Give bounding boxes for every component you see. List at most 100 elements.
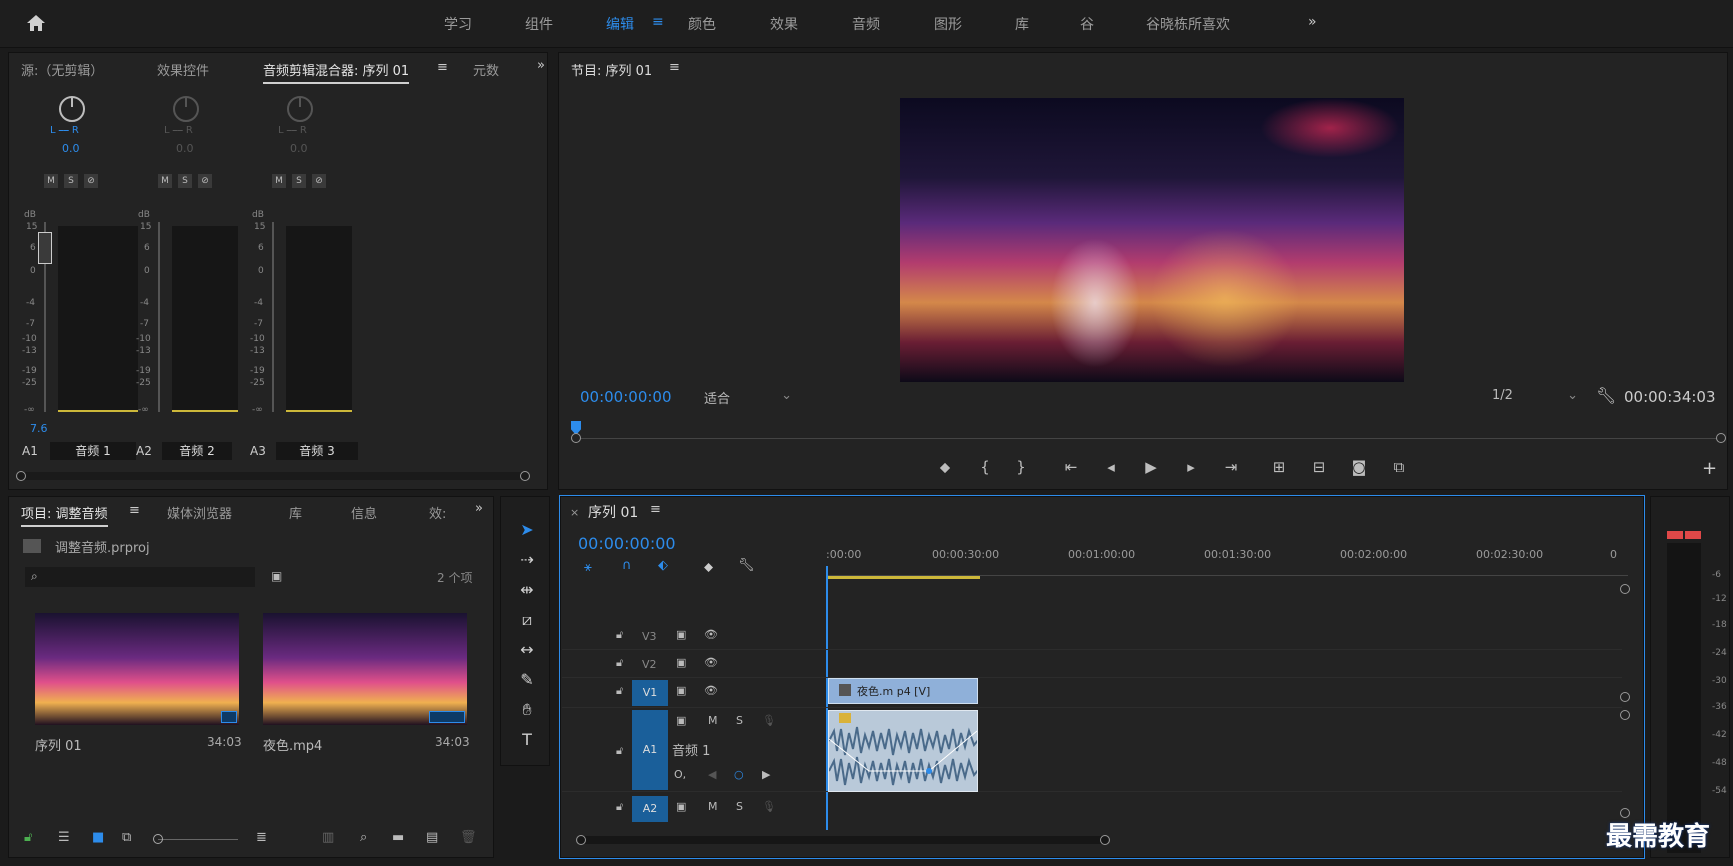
panel-menu-icon[interactable]: ≡	[129, 503, 140, 518]
lock-icon[interactable]: 🔓︎	[616, 800, 623, 814]
solo-button[interactable]: S	[178, 174, 192, 188]
program-title[interactable]: 节目: 序列 01	[571, 60, 652, 79]
play-icon[interactable]: ▶	[1140, 458, 1162, 476]
tab-media-browser[interactable]: 媒体浏览器	[167, 503, 232, 522]
linked-selection-icon[interactable]: ⬖	[658, 558, 668, 573]
pan-knob[interactable]	[173, 96, 199, 122]
tab-project[interactable]: 项目: 调整音频	[21, 503, 108, 527]
scroll-handle-right[interactable]	[520, 471, 530, 481]
add-keyframe-icon[interactable]: ○	[734, 768, 744, 781]
program-scrub-bar[interactable]	[571, 421, 1726, 444]
record-button[interactable]: ⊘	[84, 174, 98, 188]
lock-icon[interactable]: 🔓︎	[616, 656, 623, 670]
tab-libraries[interactable]: 库	[289, 503, 302, 522]
snap-icon[interactable]: ∩	[622, 558, 632, 573]
zoom-slider[interactable]	[153, 834, 238, 844]
sync-lock-icon[interactable]: ▣	[676, 628, 686, 641]
resolution-select[interactable]: 1/2 ⌄	[1492, 388, 1578, 403]
hand-tool-icon[interactable]: ✋︎	[512, 696, 542, 724]
level-value[interactable]: 7.6	[30, 422, 48, 435]
next-keyframe-icon[interactable]: ▶	[762, 768, 770, 781]
step-back-icon[interactable]: ◂	[1100, 458, 1122, 476]
workspace-libraries[interactable]: 库	[1015, 14, 1029, 34]
vertical-scroll-handle[interactable]	[1620, 584, 1630, 594]
track-target[interactable]: A1	[632, 710, 668, 790]
pan-knob[interactable]	[59, 96, 85, 122]
mark-out-icon[interactable]: }	[1010, 458, 1032, 476]
freeform-view-icon[interactable]: ⧉	[122, 830, 131, 845]
settings-wrench-icon[interactable]: 🔧︎	[1596, 386, 1616, 405]
tab-effect-controls[interactable]: 效果控件	[157, 60, 209, 79]
panel-menu-icon[interactable]: ≡	[650, 502, 661, 517]
pan-value[interactable]: 0.0	[176, 142, 194, 155]
eye-icon[interactable]: 👁︎	[704, 684, 718, 697]
project-item-thumbnail[interactable]	[263, 613, 467, 725]
project-item-thumbnail[interactable]	[35, 613, 239, 725]
panel-overflow-icon[interactable]: »	[537, 58, 545, 73]
tab-effects[interactable]: 效:	[429, 503, 446, 522]
mic-icon[interactable]: 🎙︎	[762, 714, 776, 727]
extract-icon[interactable]: ⊟	[1308, 458, 1330, 476]
workspace-overflow-icon[interactable]: »	[1308, 14, 1317, 30]
solo-button[interactable]: S	[64, 174, 78, 188]
time-ruler[interactable]	[828, 566, 1628, 576]
pan-value[interactable]: 0.0	[62, 142, 80, 155]
mute-button[interactable]: M	[272, 174, 286, 188]
mute-button[interactable]: M	[708, 800, 718, 813]
mixer-scrollbar[interactable]	[16, 471, 530, 481]
timeline-title[interactable]: 序列 01	[588, 502, 638, 522]
eye-icon[interactable]: 👁︎	[704, 628, 718, 641]
workspace-audio[interactable]: 音频	[852, 14, 880, 34]
export-frame-icon[interactable]: ◙	[1348, 458, 1370, 476]
vertical-scroll-handle[interactable]	[1620, 692, 1630, 702]
scrub-handle-right[interactable]	[1716, 433, 1726, 443]
workspace-custom-1[interactable]: 谷	[1080, 14, 1094, 34]
sync-lock-icon[interactable]: ▣	[676, 714, 686, 727]
new-bin-icon[interactable]: ▬	[392, 830, 404, 845]
solo-button[interactable]: S	[736, 714, 743, 727]
pan-value[interactable]: 0.0	[290, 142, 308, 155]
go-to-out-icon[interactable]: ⇥	[1220, 458, 1242, 476]
list-view-icon[interactable]: ☰	[58, 830, 70, 845]
record-button[interactable]: ⊘	[198, 174, 212, 188]
lift-icon[interactable]: ⊞	[1268, 458, 1290, 476]
find-icon[interactable]: ⌕	[360, 830, 367, 845]
clear-icon[interactable]: 🗑︎	[460, 830, 477, 845]
sync-lock-icon[interactable]: ▣	[676, 684, 686, 697]
timeline-settings-icon[interactable]: 🔧︎	[738, 558, 755, 573]
tab-source[interactable]: 源:（无剪辑）	[21, 60, 103, 79]
project-item-name[interactable]: 夜色.mp4	[263, 735, 322, 754]
track-select-tool-icon[interactable]: ⇢	[512, 546, 542, 574]
program-timecode[interactable]: 00:00:00:00	[580, 388, 672, 406]
tab-audio-clip-mixer[interactable]: 音频剪辑混合器: 序列 01	[263, 60, 410, 84]
clip-indicator[interactable]	[1685, 531, 1701, 539]
lock-icon[interactable]: 🔓︎	[24, 830, 32, 845]
scrub-handle-left[interactable]	[571, 433, 581, 443]
workspace-assembly[interactable]: 组件	[525, 14, 553, 34]
step-forward-icon[interactable]: ▸	[1180, 458, 1202, 476]
timeline-scrollbar[interactable]	[576, 835, 1110, 845]
channel-name[interactable]: 音频 2	[162, 442, 232, 460]
add-marker-icon[interactable]: ⬥	[934, 458, 956, 476]
project-item-name[interactable]: 序列 01	[35, 735, 82, 754]
scroll-handle-left[interactable]	[576, 835, 586, 845]
mute-button[interactable]: M	[708, 714, 718, 727]
panel-menu-icon[interactable]: ≡	[669, 60, 680, 75]
prev-keyframe-icon[interactable]: ◀	[708, 768, 716, 781]
add-marker-icon[interactable]: ⬥	[704, 560, 713, 575]
scroll-handle-right[interactable]	[1100, 835, 1110, 845]
clip-indicator[interactable]	[1667, 531, 1683, 539]
razor-tool-icon[interactable]: ⧄	[512, 606, 542, 634]
mute-button[interactable]: M	[44, 174, 58, 188]
comparison-view-icon[interactable]: ⧉	[1388, 458, 1410, 476]
workspace-custom-2[interactable]: 谷晓栋所喜欢	[1146, 14, 1230, 34]
tab-info[interactable]: 信息	[351, 503, 377, 522]
workspace-effects[interactable]: 效果	[770, 14, 798, 34]
track-target[interactable]: A2	[632, 796, 668, 822]
search-input[interactable]: ⌕	[25, 567, 255, 587]
pan-knob[interactable]	[287, 96, 313, 122]
add-button-icon[interactable]: +	[1702, 458, 1717, 479]
new-item-icon[interactable]: ▤	[426, 830, 438, 845]
program-video-frame[interactable]	[900, 98, 1404, 382]
lock-icon[interactable]: 🔓︎	[616, 744, 623, 758]
